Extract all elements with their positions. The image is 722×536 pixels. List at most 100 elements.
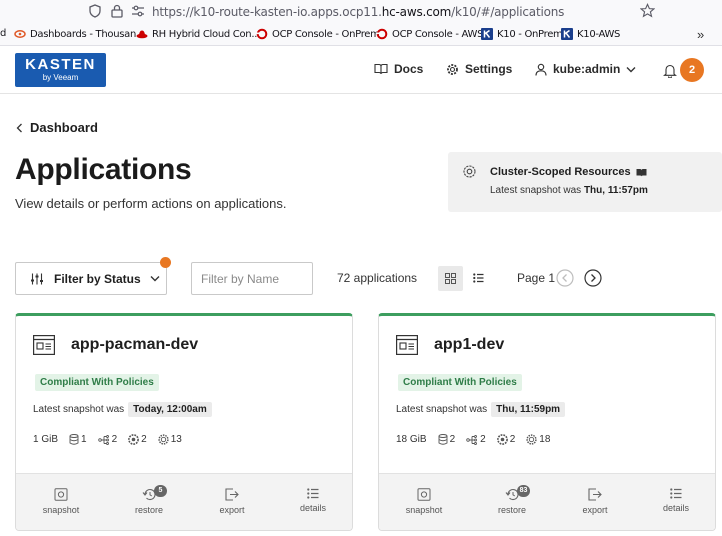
filter-status-label: Filter by Status [54,272,141,286]
kasten-k-icon [481,28,493,40]
grid-view-button[interactable] [438,266,463,291]
application-card[interactable]: app1-dev Compliant With Policies Latest … [378,313,716,531]
application-icon [396,335,418,355]
snapshot-action[interactable]: snapshot [31,488,91,515]
user-icon [535,63,547,76]
cluster-icon [463,165,476,178]
configs-stat: 13 [158,434,182,445]
bookmark-item[interactable]: K10 - OnPrem [481,28,563,40]
volume-icon [438,434,448,445]
docs-label: Docs [394,62,424,76]
restore-count-badge: 83 [517,485,530,497]
config-gear-icon [158,434,169,445]
restore-action[interactable]: 5 restore [119,485,179,515]
page-subtitle: View details or perform actions on appli… [15,196,287,211]
volume-icon [69,434,79,445]
bookmarks-bar: d Dashboards - Thousan... RH Hybrid Clou… [0,24,722,46]
app-header: KASTEN by Veeam Docs Settings kube:admin… [0,46,722,94]
details-action[interactable]: details [646,488,706,513]
next-page-button[interactable] [584,269,602,287]
list-icon [473,273,484,283]
docs-link[interactable]: Docs [374,62,423,76]
bookmarks-overflow-button[interactable]: » [697,27,704,42]
card-actions: snapshot 5 restore export details [16,473,352,530]
chevron-left-icon [16,123,22,132]
bookmark-item[interactable]: RH Hybrid Cloud Con... [136,28,260,40]
openshift-icon [256,28,268,40]
service-icon [128,434,140,445]
policy-status-badge: Compliant With Policies [35,374,159,391]
snapshot-icon [54,488,68,501]
previous-page-button[interactable] [556,269,574,287]
bookmark-star-icon[interactable] [640,3,655,18]
kasten-logo[interactable]: KASTEN by Veeam [15,53,106,87]
shield-icon[interactable] [89,4,101,18]
browser-address-bar: https://k10-route-kasten-io.apps.ocp11.h… [0,0,722,24]
export-action[interactable]: export [202,488,262,515]
restore-action[interactable]: 83 restore [482,485,542,515]
logo-title: KASTEN [25,56,96,73]
settings-link[interactable]: Settings [446,62,512,76]
active-filter-indicator [160,257,171,268]
user-label: kube:admin [553,62,621,76]
lock-icon[interactable] [110,4,124,18]
policy-status-badge: Compliant With Policies [398,374,522,391]
bookmark-item[interactable]: OCP Console - OnPrem [256,28,380,40]
back-label: Dashboard [30,120,98,135]
settings-label: Settings [465,62,513,76]
chevron-down-icon [150,276,160,282]
bookmark-item[interactable]: OCP Console - AWS [376,28,483,40]
kasten-k-icon [561,28,573,40]
filter-by-name-input[interactable] [191,262,313,295]
application-name[interactable]: app1-dev [434,336,504,354]
card-actions: snapshot 83 restore export details [379,473,715,530]
url-domain: hc-aws.com [381,5,452,19]
services-stat: 2 [496,434,515,445]
url-suffix: /k10/#/applications [451,5,565,19]
book-open-icon [636,168,647,176]
application-count: 72 applications [337,271,418,285]
list-view-button[interactable] [466,266,491,291]
storage-size: 1 GiB [33,434,59,445]
resource-stats: 18 GiB 2 2 2 18 [396,434,550,445]
details-action[interactable]: details [283,488,343,513]
storage-size: 18 GiB [396,434,427,445]
page-indicator: Page 1 [517,271,556,285]
application-card[interactable]: app-pacman-dev Compliant With Policies L… [15,313,353,531]
grid-icon [445,273,456,284]
export-icon [225,488,239,501]
filter-by-status-dropdown[interactable]: Filter by Status [15,262,167,295]
export-icon [588,488,602,501]
bookmark-item[interactable]: d [0,28,6,39]
snapshot-icon [417,488,431,501]
notification-badge[interactable]: 2 [680,58,704,82]
bookmark-item[interactable]: K10-AWS [561,28,620,40]
user-menu[interactable]: kube:admin [535,62,636,76]
snapshot-info: Latest snapshot was Thu, 11:59pm [396,402,566,417]
cluster-title: Cluster-Scoped Resources [490,166,647,178]
url-field[interactable]: https://k10-route-kasten-io.apps.ocp11.h… [152,5,564,19]
grafana-icon [14,30,26,38]
workload-icon [97,434,109,445]
bell-icon[interactable] [663,63,677,78]
url-prefix: https://k10-route-kasten-io.apps.ocp11. [152,5,382,19]
back-to-dashboard-link[interactable]: Dashboard [16,120,98,135]
restore-count-badge: 5 [154,485,167,497]
application-name[interactable]: app-pacman-dev [71,336,198,354]
snapshot-action[interactable]: snapshot [394,488,454,515]
export-action[interactable]: export [565,488,625,515]
redhat-icon [136,30,148,39]
cluster-snapshot-time: Thu, 11:57pm [583,185,648,196]
permissions-icon[interactable] [131,5,145,17]
resource-stats: 1 GiB 1 2 2 13 [33,434,182,445]
services-stat: 2 [128,434,147,445]
cluster-scoped-resources-card[interactable]: Cluster-Scoped Resources Latest snapshot… [448,152,722,212]
snapshot-time: Thu, 11:59pm [491,402,566,417]
config-gear-icon [526,434,537,445]
configs-stat: 18 [526,434,550,445]
book-icon [374,63,388,75]
bookmark-item[interactable]: Dashboards - Thousan... [14,28,145,40]
chevron-down-icon [626,66,636,72]
details-list-icon [307,488,319,499]
details-list-icon [670,488,682,499]
